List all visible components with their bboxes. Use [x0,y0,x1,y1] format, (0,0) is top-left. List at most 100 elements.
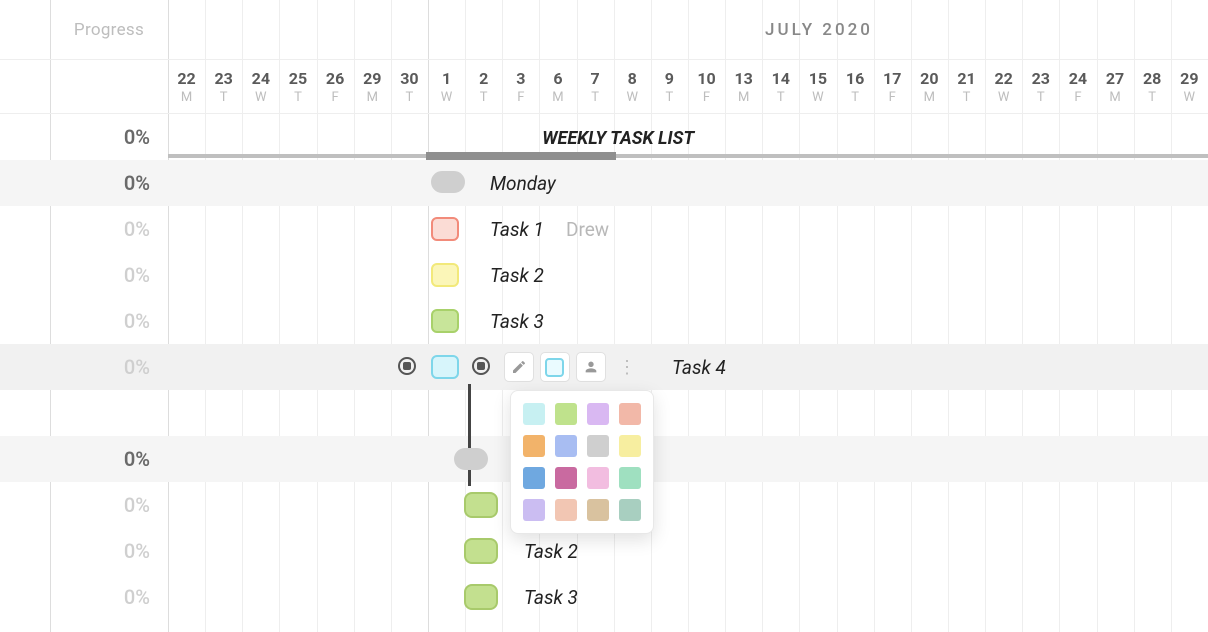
more-button[interactable]: ⋮ [612,352,642,382]
color-button[interactable] [540,352,570,382]
date-cell[interactable]: 6M [539,60,576,114]
task-label: Task 2 [490,264,544,287]
date-cell[interactable]: 16T [837,60,874,114]
color-swatch[interactable] [619,435,641,457]
date-cell[interactable]: 7T [577,60,614,114]
date-cell[interactable]: 23T [1022,60,1059,114]
task-bar[interactable] [431,171,465,193]
date-dow: W [1184,90,1196,105]
color-swatch[interactable] [619,467,641,489]
date-cell[interactable]: 24W [242,60,279,114]
color-swatch[interactable] [555,467,577,489]
progress-cell: 0% [50,252,168,298]
date-cell[interactable]: 23T [205,60,242,114]
color-swatch[interactable] [523,499,545,521]
date-cell[interactable]: 14T [762,60,799,114]
date-cell[interactable]: 9T [651,60,688,114]
date-cell[interactable]: 13 M [725,60,762,114]
date-number: 1 [442,69,451,88]
task-label: Task 2 [524,540,578,563]
color-swatch[interactable] [587,403,609,425]
date-cell[interactable]: 2T [465,60,502,114]
color-swatch[interactable] [555,499,577,521]
date-number: 15 [809,69,827,88]
date-cell[interactable]: 15 W [799,60,836,114]
date-cell[interactable]: 26F [317,60,354,114]
color-swatch[interactable] [587,499,609,521]
date-cell[interactable]: 3F [502,60,539,114]
date-number: 13 [734,69,752,88]
date-dow: W [812,90,824,105]
date-number: 30 [400,69,418,88]
date-dow: T [294,90,302,105]
gantt-row: 0% [0,574,1208,620]
task-bar[interactable] [431,263,459,287]
date-number: 10 [697,69,715,88]
task-bar[interactable] [431,355,459,379]
date-dow: M [1109,90,1120,105]
color-swatch[interactable] [587,467,609,489]
color-swatch[interactable] [523,435,545,457]
date-cell[interactable]: 22W [985,60,1022,114]
progress-cell: 0% [50,206,168,252]
task-left-handle[interactable] [398,357,416,375]
date-number: 14 [772,69,790,88]
date-dow: T [851,90,859,105]
date-dow: T [406,90,414,105]
date-dow: W [998,90,1010,105]
date-cell[interactable]: 24F [1059,60,1096,114]
date-cell[interactable]: 22M [168,60,205,114]
date-cell[interactable]: 25T [279,60,316,114]
color-swatch[interactable] [619,403,641,425]
color-swatch[interactable] [555,403,577,425]
date-cell[interactable]: 20M [911,60,948,114]
task-bar[interactable] [464,584,498,610]
date-dow: F [517,90,524,105]
color-swatch[interactable] [523,467,545,489]
date-cell[interactable]: 29M [354,60,391,114]
date-cell[interactable]: 29 W [1171,60,1208,114]
date-number: 7 [591,69,600,88]
edit-button[interactable] [504,352,534,382]
task-bar[interactable] [464,492,498,518]
date-cell[interactable]: 30 T [391,60,428,114]
task-bar[interactable] [431,217,459,241]
dependency-line [468,384,471,486]
color-swatch[interactable] [619,499,641,521]
color-swatch[interactable] [523,403,545,425]
date-dow: W [441,90,453,105]
date-cell[interactable]: 1W [428,60,465,114]
date-cell[interactable]: 27M [1097,60,1134,114]
group-summary-bar-active[interactable] [426,152,616,160]
date-number: 23 [1032,69,1050,88]
task-label: Task 3 [524,586,578,609]
date-number: 29 [1180,69,1198,88]
assign-button[interactable] [576,352,606,382]
date-cell[interactable]: 28T [1134,60,1171,114]
header-row: Progress JULY 2020 [0,0,1208,60]
date-cell[interactable]: 8W [614,60,651,114]
task-bar[interactable] [431,309,459,333]
date-dow: F [332,90,339,105]
date-number: 2 [479,69,488,88]
task-right-handle[interactable] [472,357,490,375]
date-dow: T [220,90,228,105]
person-icon [583,359,599,375]
group-summary-bar[interactable] [168,154,1208,158]
collapsed-group-pill[interactable] [454,448,488,470]
date-cell[interactable]: 21T [948,60,985,114]
date-dow: F [889,90,896,105]
date-dow: M [738,90,749,105]
color-swatch[interactable] [555,435,577,457]
progress-cell: 0% [50,298,168,344]
date-number: 8 [628,69,637,88]
date-dow: T [591,90,599,105]
date-number: 20 [920,69,938,88]
task-bar[interactable] [464,538,498,564]
progress-cell: 0% [50,160,168,206]
date-dow: T [1148,90,1156,105]
date-cell[interactable]: 17F [874,60,911,114]
progress-cell: 0% [50,528,168,574]
color-swatch[interactable] [587,435,609,457]
date-cell[interactable]: 10F [688,60,725,114]
